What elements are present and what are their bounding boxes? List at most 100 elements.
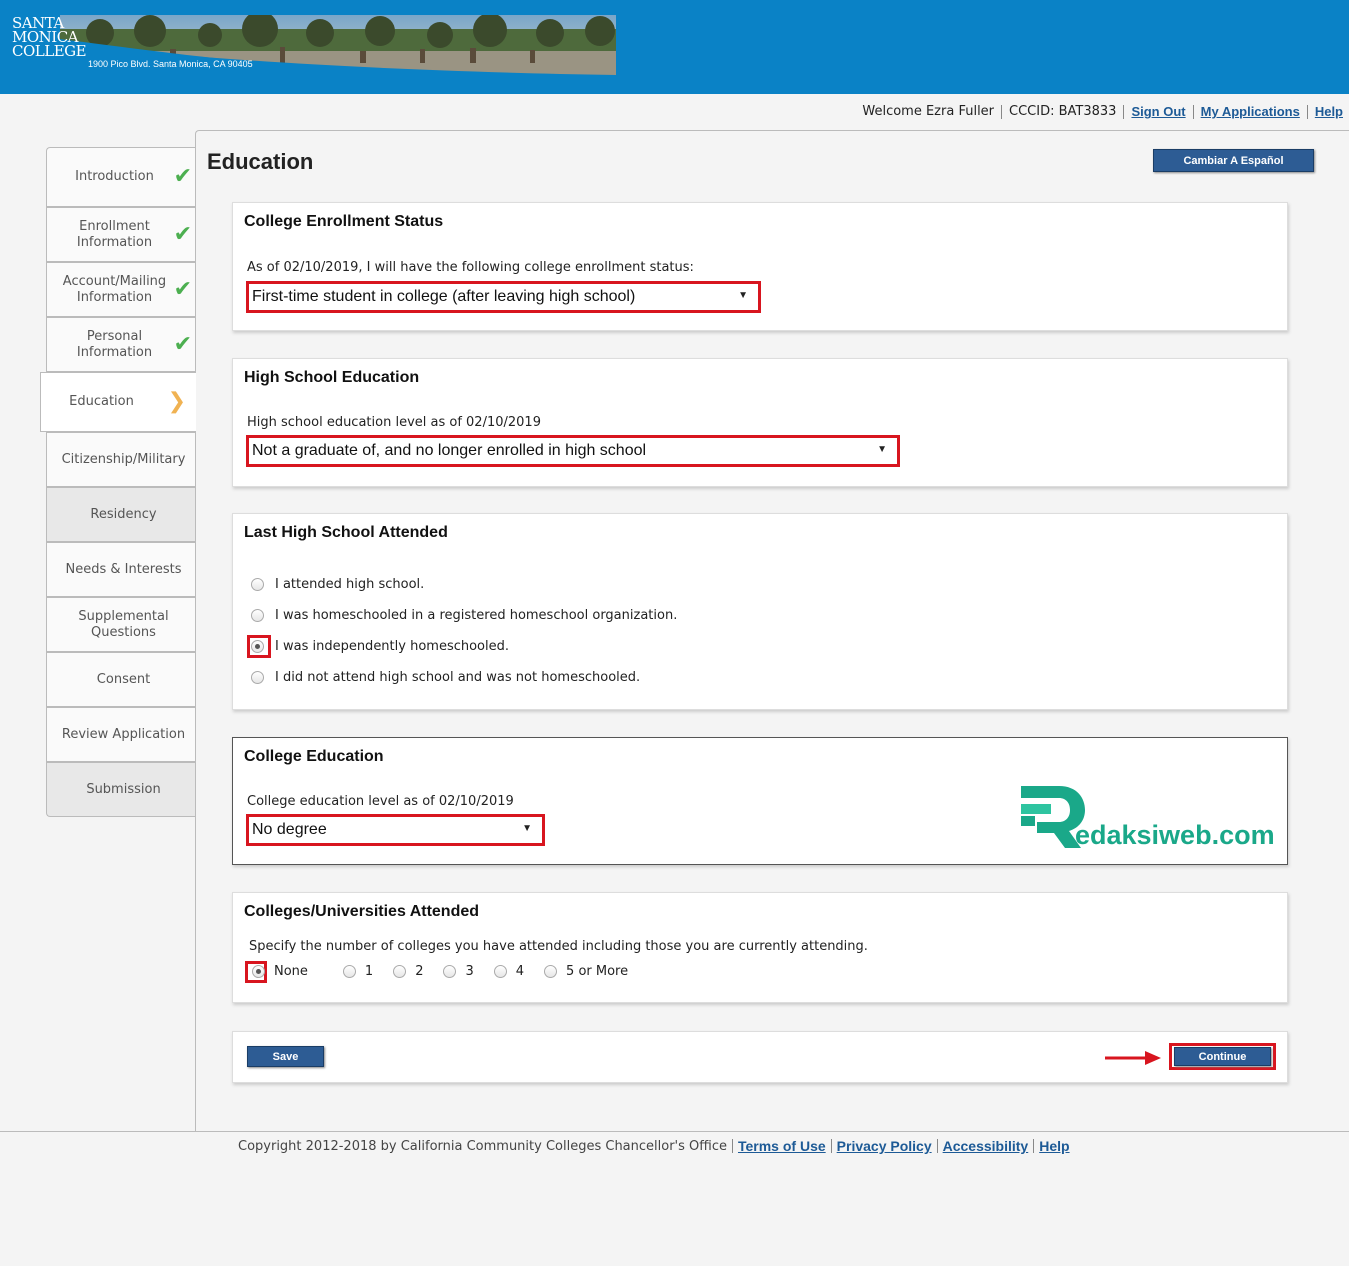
sidebar-item-label: Education: [69, 394, 134, 409]
cccid-text: CCCID: BAT3833: [1009, 104, 1117, 119]
radio-button[interactable]: [251, 578, 264, 591]
select-value: No degree: [252, 821, 327, 838]
radio-label: I attended high school.: [275, 577, 425, 592]
terms-of-use-link[interactable]: Terms of Use: [738, 1138, 826, 1154]
count-option-5-or-more[interactable]: 5 or More: [539, 964, 628, 979]
sidebar-item-enrollment[interactable]: Enrollment Information ✔: [46, 207, 196, 262]
user-bar: Welcome Ezra Fuller CCCID: BAT3833 Sign …: [862, 104, 1343, 119]
sidebar-item-citizenship[interactable]: Citizenship/Military: [46, 432, 196, 487]
colleges-attended-section: Colleges/Universities Attended Specify t…: [232, 892, 1288, 1003]
section-heading: College Enrollment Status: [244, 213, 444, 230]
sign-out-link[interactable]: Sign Out: [1131, 104, 1185, 119]
radio-button[interactable]: [443, 965, 457, 978]
my-applications-link[interactable]: My Applications: [1201, 104, 1300, 119]
radio-label: None: [274, 964, 308, 979]
chevron-right-icon: ❯: [167, 389, 186, 414]
count-option-2[interactable]: 2: [388, 964, 423, 979]
count-option-none[interactable]: None: [247, 964, 308, 979]
hs-option-attended[interactable]: I attended high school.: [251, 577, 424, 592]
continue-button[interactable]: Continue: [1174, 1047, 1271, 1066]
site-footer: Copyright 2012-2018 by California Commun…: [238, 1138, 1070, 1154]
sidebar-item-label: Citizenship/Military: [61, 451, 186, 467]
college-education-section: College Education College education leve…: [232, 737, 1288, 865]
sidebar-item-label: Consent: [96, 671, 151, 687]
radio-button[interactable]: [544, 965, 558, 978]
arrow-right-icon: [1105, 1051, 1161, 1065]
checkmark-icon: ✔: [173, 331, 192, 357]
help-link[interactable]: Help: [1315, 104, 1343, 119]
logo-line: COLLEGE: [12, 42, 87, 60]
sidebar-item-label: Needs & Interests: [65, 561, 182, 577]
caret-down-icon: ▼: [522, 823, 532, 834]
section-heading: Last High School Attended: [244, 524, 448, 541]
count-option-4[interactable]: 4: [489, 964, 524, 979]
hs-option-independent-homeschool[interactable]: I was independently homeschooled.: [251, 639, 509, 654]
privacy-policy-link[interactable]: Privacy Policy: [837, 1138, 932, 1154]
hs-option-none[interactable]: I did not attend high school and was not…: [251, 670, 640, 685]
radio-label: I was independently homeschooled.: [275, 639, 509, 654]
radio-button[interactable]: [251, 609, 264, 622]
sidebar-item-education[interactable]: Education ❯: [40, 372, 196, 432]
radio-button[interactable]: [393, 965, 407, 978]
form-actions: Save Continue: [232, 1031, 1288, 1083]
sidebar-item-personal[interactable]: Personal Information ✔: [46, 317, 196, 372]
radio-button[interactable]: [493, 965, 507, 978]
sidebar-item-supplemental[interactable]: Supplemental Questions: [46, 597, 196, 652]
sidebar-item-label: Submission: [86, 781, 161, 797]
select-value: First-time student in college (after lea…: [252, 288, 636, 305]
select-value: Not a graduate of, and no longer enrolle…: [252, 442, 647, 459]
sidebar-item-residency[interactable]: Residency: [46, 487, 196, 542]
radio-button[interactable]: [251, 640, 264, 653]
hs-option-registered-homeschool[interactable]: I was homeschooled in a registered homes…: [251, 608, 677, 623]
checkmark-icon: ✔: [173, 221, 192, 247]
radio-label: 3: [465, 964, 474, 979]
radio-button[interactable]: [252, 965, 265, 978]
enrollment-status-section: College Enrollment Status As of 02/10/20…: [232, 202, 1288, 331]
college-education-question: College education level as of 02/10/2019: [247, 794, 514, 809]
sidebar-item-introduction[interactable]: Introduction ✔: [46, 147, 196, 207]
sidebar-item-submission[interactable]: Submission: [46, 762, 196, 817]
sidebar-item-account-mailing[interactable]: Account/Mailing Information ✔: [46, 262, 196, 317]
colleges-count-options: None 1 2 3 4 5 or More: [247, 964, 643, 979]
caret-down-icon: ▼: [877, 444, 887, 455]
watermark-text: edaksiweb.com: [1075, 820, 1275, 850]
sidebar-item-label: Introduction: [75, 169, 154, 184]
footer-divider: [0, 1131, 1349, 1132]
high-school-education-section: High School Education High school educat…: [232, 358, 1288, 487]
count-option-1[interactable]: 1: [338, 964, 373, 979]
radio-button[interactable]: [342, 965, 356, 978]
watermark-logo: edaksiweb.com: [1019, 784, 1279, 854]
enrollment-status-select[interactable]: First-time student in college (after lea…: [246, 281, 761, 313]
college-education-select[interactable]: No degree ▼: [246, 814, 545, 846]
change-language-button[interactable]: Cambiar A Español: [1153, 149, 1314, 172]
progress-sidebar: Introduction ✔ Enrollment Information ✔ …: [40, 147, 196, 817]
welcome-text: Welcome Ezra Fuller: [862, 104, 995, 119]
section-heading: College Education: [244, 748, 384, 765]
sidebar-item-needs-interests[interactable]: Needs & Interests: [46, 542, 196, 597]
sidebar-item-label: Residency: [90, 506, 157, 522]
footer-help-link[interactable]: Help: [1039, 1138, 1069, 1154]
checkmark-icon: ✔: [173, 276, 192, 302]
site-header: SANTA MONICA COLLEGE 1900 Pico Blvd. San…: [0, 0, 1349, 94]
sidebar-item-review[interactable]: Review Application: [46, 707, 196, 762]
college-address: 1900 Pico Blvd. Santa Monica, CA 90405: [88, 59, 253, 69]
sidebar-item-label: Review Application: [61, 726, 186, 742]
college-logo[interactable]: SANTA MONICA COLLEGE: [12, 16, 87, 76]
accessibility-link[interactable]: Accessibility: [943, 1138, 1029, 1154]
radio-label: I did not attend high school and was not…: [275, 670, 641, 685]
sidebar-item-consent[interactable]: Consent: [46, 652, 196, 707]
high-school-question: High school education level as of 02/10/…: [247, 415, 541, 430]
radio-label: I was homeschooled in a registered homes…: [275, 608, 678, 623]
high-school-level-select[interactable]: Not a graduate of, and no longer enrolle…: [246, 435, 900, 467]
radio-label: 5 or More: [566, 964, 629, 979]
main-panel: Education Cambiar A Español College Enro…: [195, 130, 1349, 1132]
radio-button[interactable]: [251, 671, 264, 684]
radio-label: 1: [364, 964, 374, 979]
caret-down-icon: ▼: [738, 290, 748, 301]
count-option-3[interactable]: 3: [438, 964, 474, 979]
radio-label: 4: [515, 964, 525, 979]
enrollment-question: As of 02/10/2019, I will have the follow…: [247, 260, 694, 275]
save-button[interactable]: Save: [247, 1046, 324, 1067]
page-title: Education: [207, 149, 314, 174]
checkmark-icon: ✔: [173, 164, 192, 189]
